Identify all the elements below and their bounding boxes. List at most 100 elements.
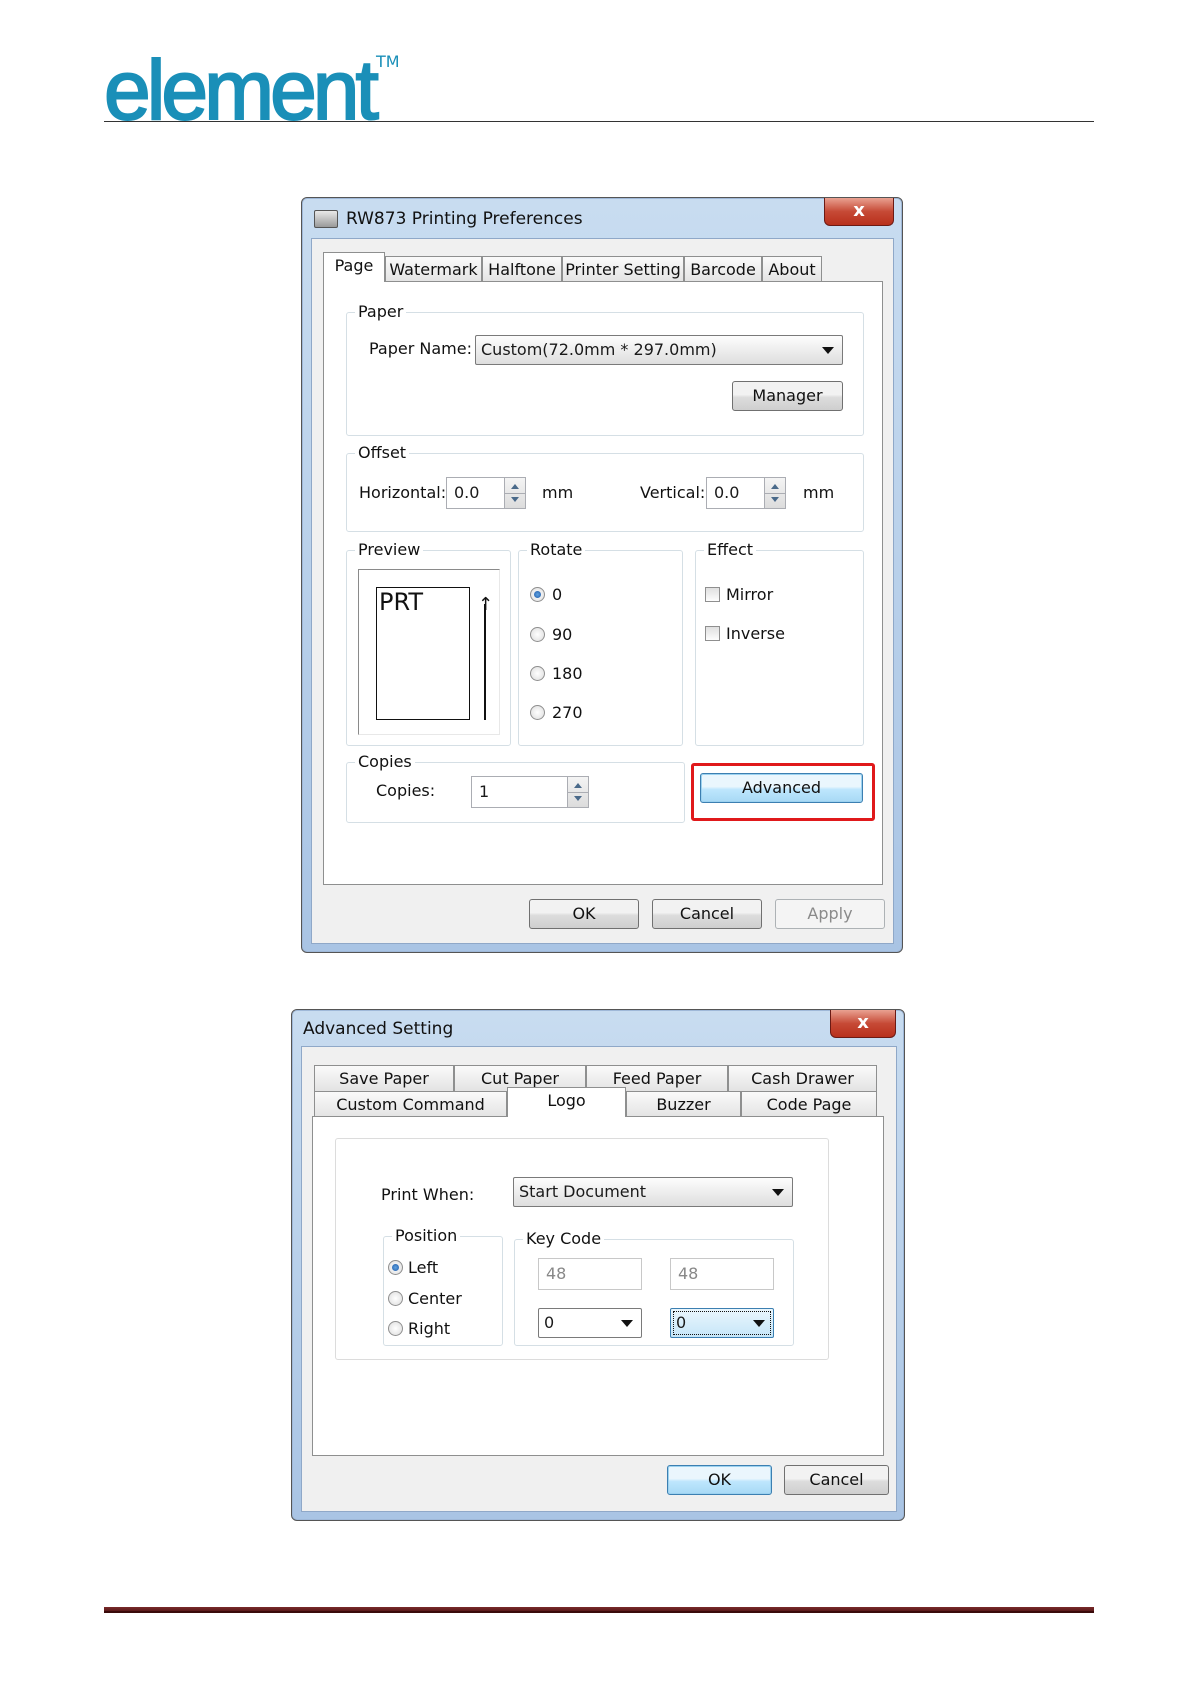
paper-name-select[interactable]: Custom(72.0mm * 297.0mm)	[475, 335, 843, 365]
vertical-unit: mm	[803, 483, 835, 502]
copies-input[interactable]: 1	[471, 776, 568, 808]
horizontal-label: Horizontal:	[359, 483, 447, 502]
manager-button[interactable]: Manager	[732, 381, 843, 411]
close-icon: x	[857, 1012, 869, 1033]
arrow-up-icon: ↑	[478, 594, 494, 615]
position-label-right: Right	[408, 1319, 451, 1338]
close-icon: x	[853, 200, 865, 221]
tab-buzzer[interactable]: Buzzer	[626, 1091, 741, 1117]
print-when-select[interactable]: Start Document	[513, 1177, 793, 1207]
rotate-label-90: 90	[552, 625, 573, 644]
preview-box: PRT ↑	[358, 569, 500, 735]
apply-button[interactable]: Apply	[775, 899, 885, 929]
mirror-checkbox[interactable]	[705, 587, 720, 602]
horizontal-input[interactable]: 0.0	[446, 477, 505, 509]
dialog-client-area: Page Watermark Halftone Printer Setting …	[311, 238, 894, 944]
position-group-label: Position	[392, 1226, 461, 1245]
close-button[interactable]: x	[824, 198, 894, 226]
position-radio-left[interactable]	[388, 1260, 403, 1275]
rotate-label-180: 180	[552, 664, 583, 683]
ok-button[interactable]: OK	[529, 899, 639, 929]
chevron-down-icon	[822, 347, 834, 354]
tab-panel-logo: Print When: Start Document Position Left…	[312, 1116, 884, 1456]
window-title: RW873 Printing Preferences	[346, 209, 583, 229]
inverse-checkbox[interactable]	[705, 626, 720, 641]
effect-group-label: Effect	[704, 540, 757, 559]
direction-arrow-icon	[484, 604, 486, 720]
logo-text: element	[103, 43, 380, 137]
ok-button[interactable]: OK	[667, 1465, 772, 1495]
advanced-setting-window: Advanced Setting x Save Paper Cut Paper …	[291, 1009, 905, 1521]
close-button[interactable]: x	[830, 1010, 896, 1038]
preview-text: PRT	[379, 588, 424, 616]
rotate-group: Rotate 0 90 180 270	[518, 540, 683, 746]
title-bar[interactable]: Advanced Setting x	[292, 1010, 904, 1050]
printing-preferences-window: RW873 Printing Preferences x Page Waterm…	[301, 197, 903, 953]
advanced-button[interactable]: Advanced	[700, 773, 863, 803]
vertical-label: Vertical:	[640, 483, 706, 502]
key-code-select-2[interactable]: 0	[670, 1308, 774, 1338]
chevron-down-icon	[772, 1189, 784, 1196]
copies-group: Copies Copies: 1	[346, 752, 685, 823]
key-code-group: Key Code 48 48 0 0	[514, 1229, 794, 1346]
key-code-input-2[interactable]: 48	[670, 1258, 774, 1290]
header-divider	[104, 121, 1094, 122]
paper-name-value: Custom(72.0mm * 297.0mm)	[481, 340, 717, 359]
preview-group: Preview PRT ↑	[346, 540, 511, 746]
paper-group: Paper Paper Name: Custom(72.0mm * 297.0m…	[346, 302, 864, 436]
tab-custom-command[interactable]: Custom Command	[314, 1091, 507, 1117]
key-code-select-1[interactable]: 0	[538, 1308, 642, 1338]
title-bar[interactable]: RW873 Printing Preferences x	[302, 198, 902, 238]
rotate-radio-180[interactable]	[530, 666, 545, 681]
offset-group: Offset Horizontal: 0.0 mm Vertical: 0.0 …	[346, 443, 864, 532]
print-when-value: Start Document	[519, 1182, 647, 1201]
footer-divider	[104, 1607, 1094, 1613]
tab-watermark[interactable]: Watermark	[385, 256, 482, 282]
tab-cash-drawer[interactable]: Cash Drawer	[728, 1065, 877, 1091]
vertical-input[interactable]: 0.0	[706, 477, 765, 509]
copies-spinner[interactable]	[567, 776, 589, 808]
tab-halftone[interactable]: Halftone	[482, 256, 562, 282]
copies-group-label: Copies	[355, 752, 415, 771]
tab-logo[interactable]: Logo	[507, 1087, 626, 1117]
vertical-spinner[interactable]	[764, 477, 786, 509]
tab-save-paper[interactable]: Save Paper	[314, 1065, 454, 1091]
printer-icon	[314, 210, 338, 228]
tab-printer-setting[interactable]: Printer Setting	[562, 256, 684, 282]
cancel-button[interactable]: Cancel	[652, 899, 762, 929]
position-radio-right[interactable]	[388, 1321, 403, 1336]
mirror-label: Mirror	[726, 585, 774, 604]
cancel-button[interactable]: Cancel	[784, 1465, 889, 1495]
tab-panel-page: Paper Paper Name: Custom(72.0mm * 297.0m…	[323, 281, 883, 885]
rotate-radio-90[interactable]	[530, 627, 545, 642]
print-when-label: Print When:	[381, 1185, 475, 1204]
tab-page[interactable]: Page	[323, 252, 385, 282]
copies-label: Copies:	[376, 781, 436, 800]
tab-barcode[interactable]: Barcode	[684, 256, 762, 282]
rotate-radio-0[interactable]	[530, 587, 545, 602]
preview-group-label: Preview	[355, 540, 424, 559]
paper-group-label: Paper	[355, 302, 407, 321]
logo-settings-group: Print When: Start Document Position Left…	[335, 1138, 829, 1360]
tab-about[interactable]: About	[762, 256, 822, 282]
position-radio-center[interactable]	[388, 1291, 403, 1306]
horizontal-spinner[interactable]	[504, 477, 526, 509]
position-label-left: Left	[408, 1258, 439, 1277]
chevron-down-icon	[621, 1320, 633, 1327]
chevron-down-icon	[753, 1320, 765, 1327]
tab-code-page[interactable]: Code Page	[741, 1091, 877, 1117]
key-code-input-1[interactable]: 48	[538, 1258, 642, 1290]
position-group: Position Left Center Right	[383, 1226, 503, 1346]
key-code-group-label: Key Code	[523, 1229, 605, 1248]
rotate-radio-270[interactable]	[530, 705, 545, 720]
window-title: Advanced Setting	[303, 1019, 454, 1039]
effect-group: Effect Mirror Inverse	[695, 540, 864, 746]
horizontal-unit: mm	[542, 483, 574, 502]
offset-group-label: Offset	[355, 443, 410, 462]
rotate-group-label: Rotate	[527, 540, 586, 559]
element-logo: element TM	[103, 47, 404, 133]
key-code-select-2-value: 0	[676, 1313, 687, 1332]
inverse-label: Inverse	[726, 624, 785, 643]
rotate-label-270: 270	[552, 703, 583, 722]
page-preview: PRT	[376, 587, 470, 720]
